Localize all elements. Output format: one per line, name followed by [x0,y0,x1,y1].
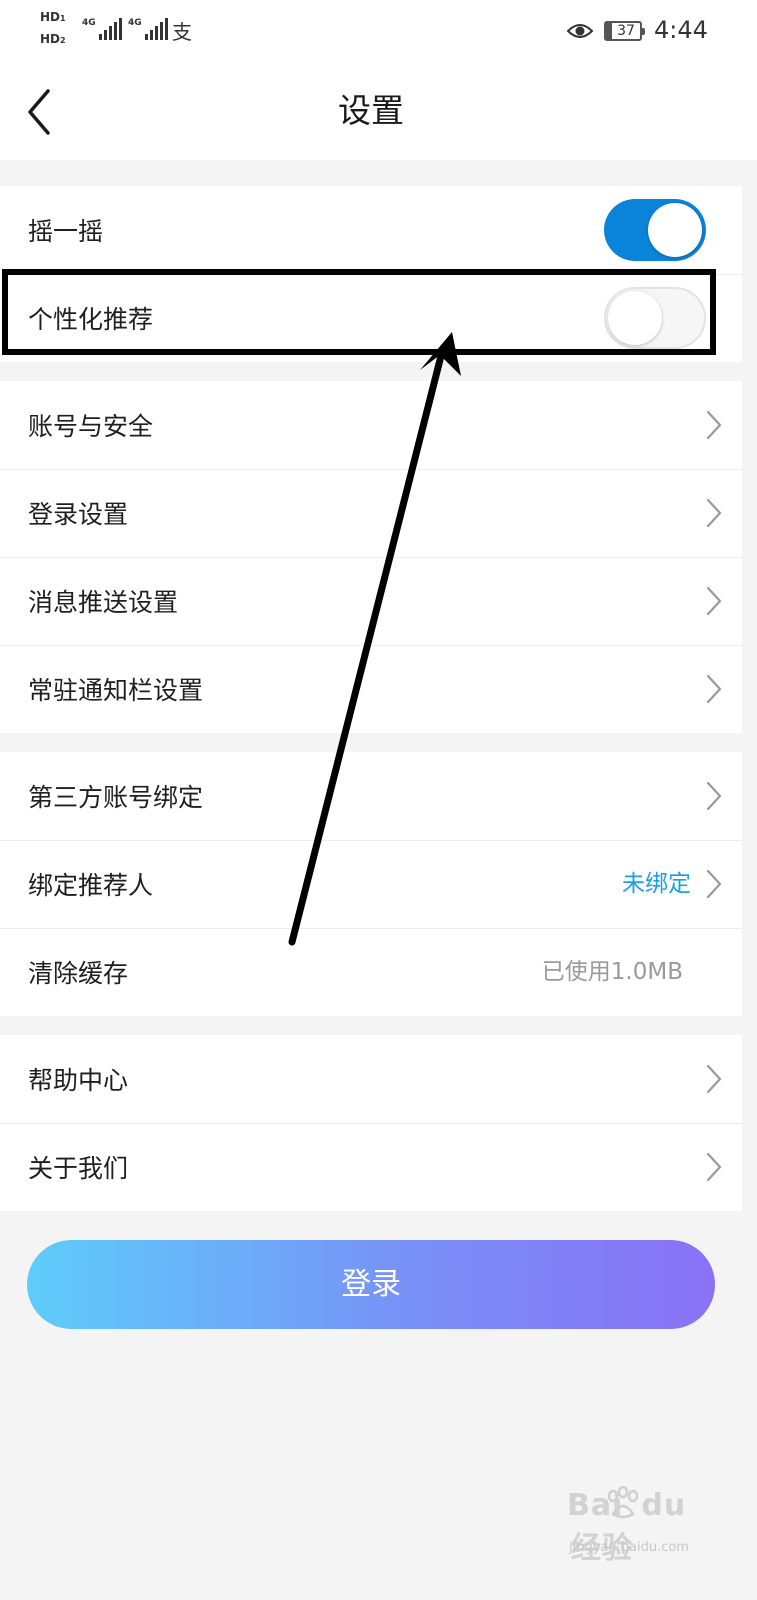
login-settings-row[interactable]: 登录设置 [0,469,742,557]
chevron-right-icon [706,586,722,616]
sim2-hd-indicator: HD2 [40,32,66,46]
chevron-right-icon [706,1064,722,1094]
status-time: 4:44 [654,16,708,44]
watermark-logo: Bai du经验 [567,1488,687,1566]
header: 设置 [0,62,757,160]
clear-cache-label: 清除缓存 [28,959,129,988]
toggle-settings-group: 摇一摇 个性化推荐 [0,186,742,362]
about-us-label: 关于我们 [28,1154,129,1183]
shake-toggle[interactable] [604,199,706,261]
login-button[interactable]: 登录 [27,1240,715,1329]
third-party-binding-label: 第三方账号绑定 [28,783,204,812]
alipay-icon: 支 [172,20,192,44]
eye-comfort-icon [567,24,593,38]
baidu-jingyan-watermark: Bai du经验 jingyan.baidu.com [567,1486,717,1570]
personalized-recommendation-row: 个性化推荐 [0,274,742,362]
toggle-knob [608,291,662,345]
chevron-right-icon [706,674,722,704]
cache-usage: 已使用1.0MB [541,959,683,985]
personalized-recommendation-label: 个性化推荐 [28,305,154,334]
personalized-recommendation-toggle[interactable] [604,287,706,349]
shake-row: 摇一摇 [0,186,742,274]
chevron-right-icon [706,498,722,528]
push-settings-row[interactable]: 消息推送设置 [0,557,742,645]
battery-icon: 37 [604,21,645,41]
bind-referrer-row[interactable]: 绑定推荐人 未绑定 [0,840,742,928]
toggle-knob [648,203,702,257]
chevron-right-icon [706,781,722,811]
about-us-row[interactable]: 关于我们 [0,1123,742,1211]
account-settings-group: 账号与安全 登录设置 消息推送设置 常驻通知栏设置 [0,381,742,733]
clear-cache-row[interactable]: 清除缓存 已使用1.0MB [0,928,742,1016]
battery-level: 37 [617,23,635,39]
push-settings-label: 消息推送设置 [28,588,179,617]
signal-icon-sim1: 4G [82,18,122,40]
page-title: 设置 [338,91,404,130]
third-party-binding-row[interactable]: 第三方账号绑定 [0,752,742,840]
help-center-row[interactable]: 帮助中心 [0,1035,742,1123]
binding-settings-group: 第三方账号绑定 绑定推荐人 未绑定 清除缓存 已使用1.0MB [0,752,742,1016]
help-center-label: 帮助中心 [28,1066,129,1095]
help-settings-group: 帮助中心 关于我们 [0,1035,742,1211]
watermark-site: jingyan.baidu.com [569,1540,689,1555]
sim1-hd-indicator: HD1 [40,10,66,24]
shake-label: 摇一摇 [28,217,104,246]
paw-icon [607,1486,639,1519]
login-settings-label: 登录设置 [28,500,129,529]
status-bar: HD1 HD2 4G 4G 支 37 4:44 [0,0,757,62]
chevron-right-icon [706,410,722,440]
back-arrow-icon [28,89,50,135]
back-button[interactable] [18,86,64,138]
bind-referrer-label: 绑定推荐人 [28,871,154,900]
account-security-row[interactable]: 账号与安全 [0,381,742,469]
chevron-right-icon [706,1152,722,1182]
notification-bar-settings-label: 常驻通知栏设置 [28,676,204,705]
account-security-label: 账号与安全 [28,412,154,441]
signal-icon-sim2: 4G [128,18,168,40]
referrer-status: 未绑定 [622,871,691,897]
notification-bar-settings-row[interactable]: 常驻通知栏设置 [0,645,742,733]
chevron-right-icon [706,869,722,899]
